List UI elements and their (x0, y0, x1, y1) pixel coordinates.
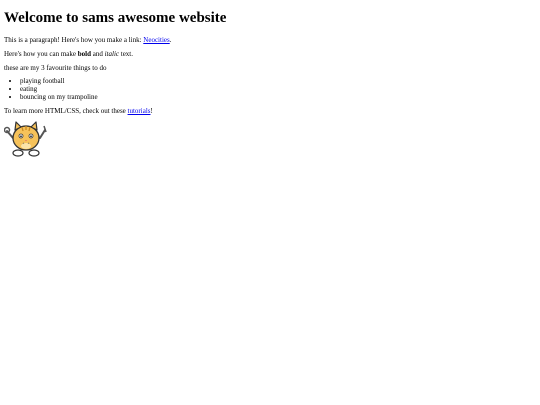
tutorials-text-end: ! (150, 107, 153, 116)
page-content: Welcome to sams awesome website This is … (0, 0, 540, 157)
tutorials-paragraph: To learn more HTML/CSS, check out these … (4, 107, 536, 115)
formatting-text: Here's how you can make (4, 50, 78, 59)
list-item: bouncing on my trampoline (20, 93, 536, 102)
intro-text-end: . (169, 36, 172, 44)
bold-text: bold (77, 50, 91, 59)
list-item: playing football (20, 77, 536, 86)
tutorials-text: To learn more HTML/CSS, check out these (4, 107, 128, 116)
neocities-cat-mascot-icon (4, 121, 47, 157)
favourites-list: playing football eating bouncing on my t… (4, 77, 536, 102)
formatting-text-and: and (91, 50, 105, 59)
page-title: Welcome to sams awesome website (4, 10, 227, 26)
formatting-paragraph: Here's how you can make bold and italic … (4, 50, 536, 58)
intro-paragraph: This is a paragraph! Here's how you make… (4, 36, 536, 44)
neocities-link[interactable]: Neocities (143, 36, 169, 44)
intro-text: This is a paragraph! Here's how you make… (4, 36, 144, 44)
formatting-text-end: text. (119, 50, 133, 59)
italic-text: italic (104, 50, 119, 59)
tutorials-link[interactable]: tutorials (128, 107, 151, 115)
list-intro: these are my 3 favourite things to do (4, 64, 107, 73)
